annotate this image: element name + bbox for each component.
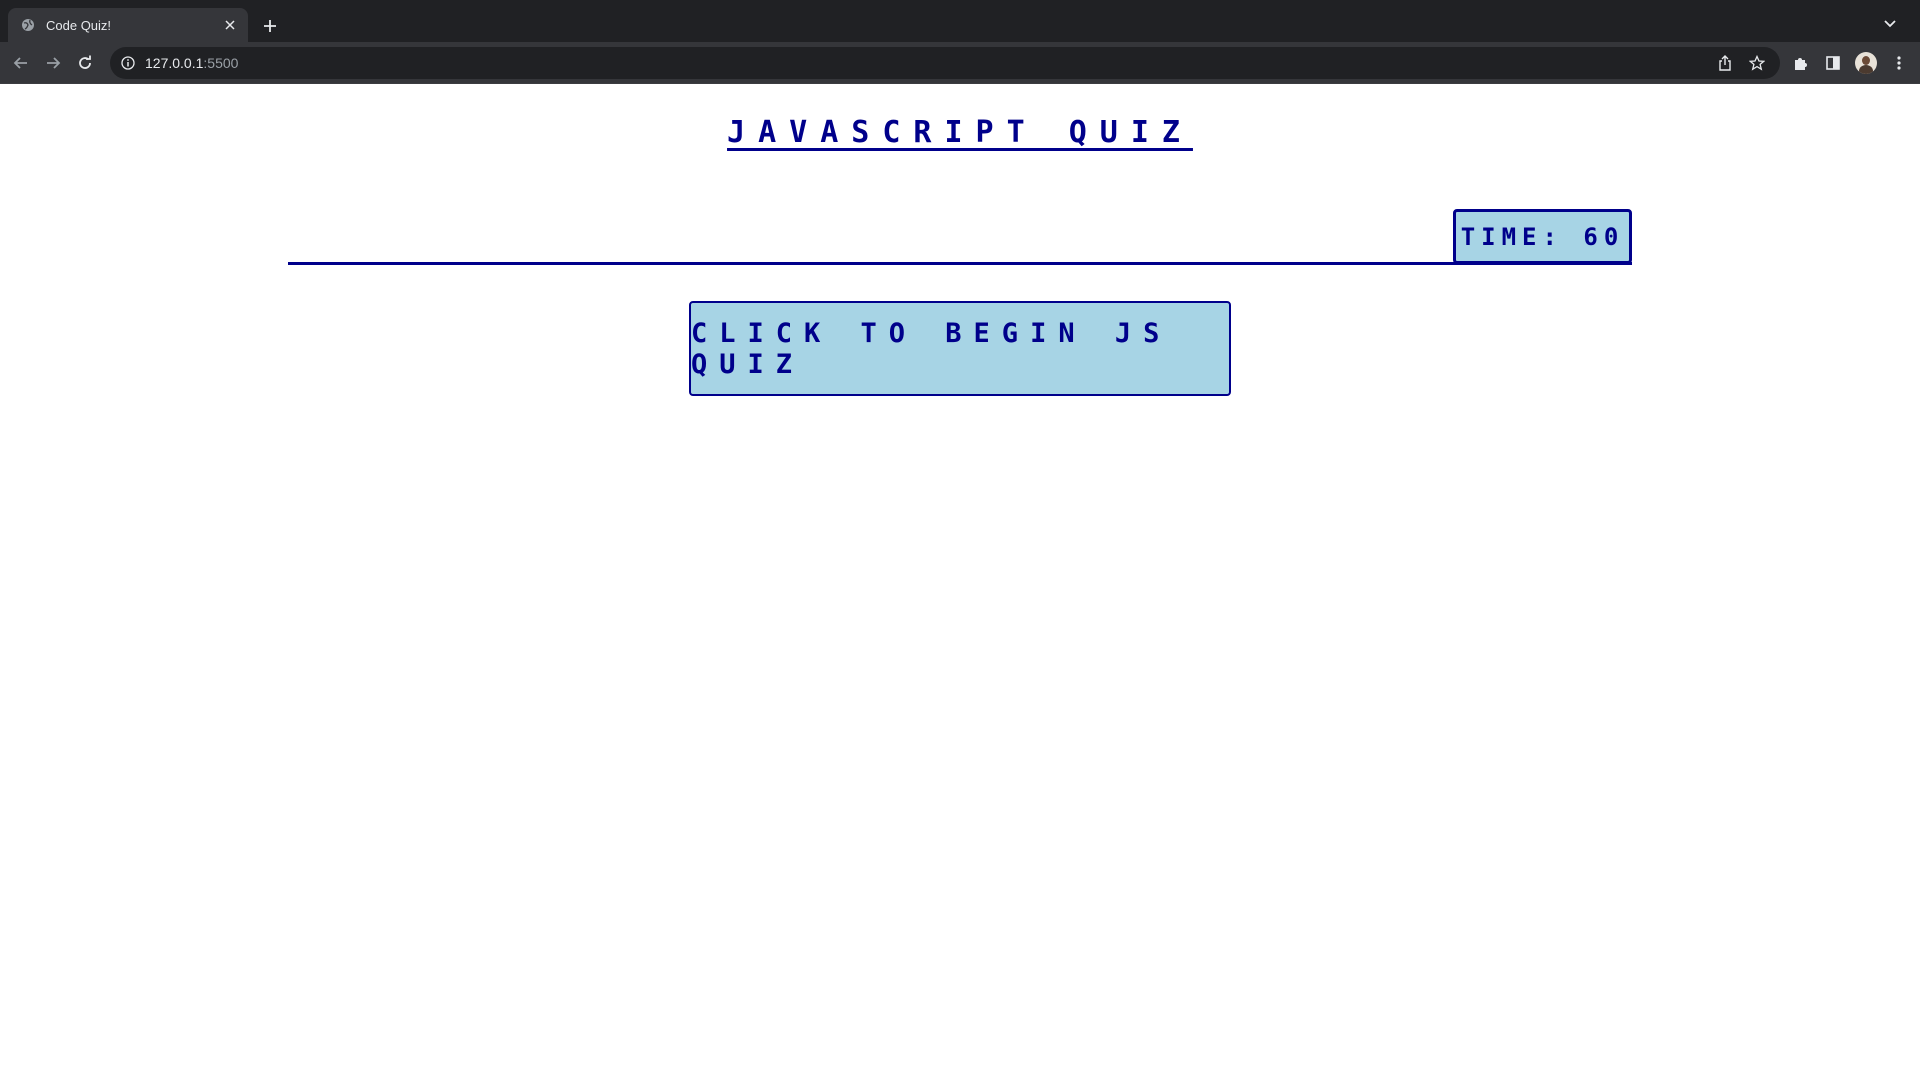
info-icon[interactable]: [120, 55, 136, 71]
star-icon[interactable]: [1746, 52, 1768, 74]
plus-icon[interactable]: [258, 14, 282, 38]
timer-value: 60: [1583, 222, 1625, 251]
puzzle-icon[interactable]: [1789, 51, 1813, 75]
side-panel-icon[interactable]: [1821, 51, 1845, 75]
avatar-body: [1859, 65, 1873, 74]
address-bar[interactable]: 127.0.0.1:5500: [110, 47, 1780, 79]
globe-icon: [20, 17, 36, 33]
kebab-menu-icon[interactable]: [1887, 51, 1911, 75]
url-port: :5500: [203, 55, 239, 71]
browser-toolbar: 127.0.0.1:5500: [0, 42, 1920, 84]
back-arrow-icon[interactable]: [9, 51, 33, 75]
reload-icon[interactable]: [73, 51, 97, 75]
profile-avatar[interactable]: [1855, 52, 1877, 74]
close-icon[interactable]: [222, 17, 238, 33]
tab-title: Code Quiz!: [46, 17, 112, 33]
avatar-head: [1862, 56, 1870, 65]
forward-arrow-icon[interactable]: [41, 51, 65, 75]
url-host: 127.0.0.1: [145, 55, 204, 71]
page-title: JAVASCRIPT QUIZ: [727, 115, 1193, 150]
browser-tab-strip: Code Quiz!: [0, 0, 1920, 42]
start-quiz-button[interactable]: CLICK TO BEGIN JS QUIZ: [689, 301, 1231, 396]
browser-tab[interactable]: Code Quiz!: [8, 8, 248, 42]
chevron-down-icon[interactable]: [1880, 14, 1900, 34]
timer-label: TIME:: [1460, 222, 1563, 251]
share-icon[interactable]: [1714, 52, 1736, 74]
header-divider: [288, 262, 1632, 265]
page-content: JAVASCRIPT QUIZ TIME: 60 CLICK TO BEGIN …: [0, 85, 1920, 1080]
timer-display: TIME: 60: [1453, 209, 1632, 264]
url-text: 127.0.0.1:5500: [145, 55, 238, 71]
